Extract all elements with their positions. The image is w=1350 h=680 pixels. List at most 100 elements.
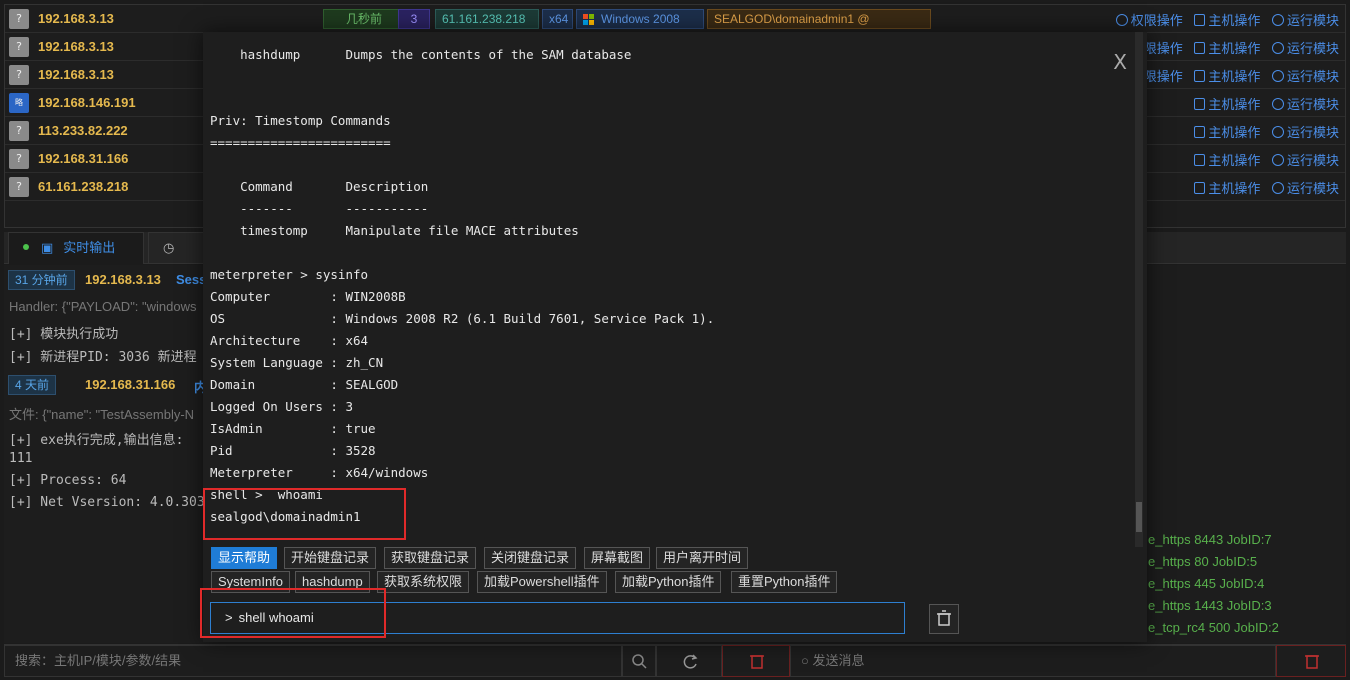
session-ip: 192.168.3.13 <box>38 11 114 26</box>
clear-log-button[interactable] <box>722 645 790 677</box>
run-module-link[interactable]: 运行模块 <box>1271 153 1339 168</box>
session-ip: 61.161.238.218 <box>38 179 129 194</box>
log-file: 文件: {"name": "TestAssembly-N <box>9 407 195 422</box>
status-dot-icon <box>23 244 29 250</box>
bottom-bar: 搜索：主机IP/模块/参数/结果 ○ 发送消息 <box>4 644 1346 677</box>
tab-label: 实时输出 <box>63 241 116 256</box>
document-icon <box>1194 98 1206 110</box>
session-ops: 权限操作 主机操作 运行模块 <box>1108 10 1339 29</box>
os-windows-icon: 略 <box>9 93 29 113</box>
job-item: e_tcp_rc4 500 JobID:2 <box>1148 620 1279 635</box>
reset-python-button[interactable]: 重置Python插件 <box>731 571 838 593</box>
chat-icon: ○ <box>801 653 809 668</box>
tab-tasks[interactable]: ◷任 <box>148 232 208 288</box>
log-line: [+] exe执行完成,输出信息: <box>9 433 184 448</box>
log-line: [+] Process: 64 <box>9 473 127 488</box>
scrollbar-thumb[interactable] <box>1136 502 1142 532</box>
session-remote-ip-badge: 61.161.238.218 <box>435 9 539 29</box>
console-line: ------- ----------- <box>210 201 429 216</box>
host-ops-link[interactable]: 主机操作 <box>1194 41 1260 56</box>
clear-message-button[interactable] <box>1276 645 1346 677</box>
console-scrollbar[interactable] <box>1135 32 1143 547</box>
log-line: [+] Net Vsersion: 4.0.303 <box>9 495 205 510</box>
show-help-button[interactable]: 显示帮助 <box>211 547 278 569</box>
play-circle-icon <box>1271 14 1284 26</box>
session-ops: 权限操作 主机操作 运行模块 <box>1123 38 1339 57</box>
privilege-ops-link[interactable]: 权限操作 <box>1115 13 1183 28</box>
document-icon <box>1194 42 1206 54</box>
run-module-link[interactable]: 运行模块 <box>1271 97 1339 112</box>
os-unknown-icon: ? <box>9 9 29 29</box>
run-module-link[interactable]: 运行模块 <box>1271 69 1339 84</box>
windows-logo-icon <box>583 14 595 26</box>
clear-console-button[interactable] <box>929 604 959 634</box>
log-ip: 192.168.3.13 <box>85 272 161 287</box>
console-line: hashdump Dumps the contents of the SAM d… <box>210 47 632 62</box>
job-item: e_https 80 JobID:5 <box>1148 554 1258 569</box>
host-ops-link[interactable]: 主机操作 <box>1194 125 1260 140</box>
stop-keylog-button[interactable]: 关闭键盘记录 <box>484 547 577 569</box>
log-session-label: Sess <box>176 272 207 287</box>
session-ip: 192.168.3.13 <box>38 67 114 82</box>
os-unknown-icon: ? <box>9 177 29 197</box>
load-powershell-button[interactable]: 加载Powershell插件 <box>477 571 607 593</box>
message-input[interactable]: ○ 发送消息 <box>790 645 1276 677</box>
console-line: OS : Windows 2008 R2 (6.1 Build 7601, Se… <box>210 311 715 326</box>
run-module-link[interactable]: 运行模块 <box>1271 41 1339 56</box>
log-line: [+] 模块执行成功 <box>9 327 119 342</box>
play-circle-icon <box>1271 182 1284 194</box>
session-ops: 主机操作 运行模块 <box>1186 94 1339 113</box>
host-ops-link[interactable]: 主机操作 <box>1194 97 1260 112</box>
search-icon <box>632 654 647 669</box>
load-python-button[interactable]: 加载Python插件 <box>615 571 722 593</box>
host-ops-link[interactable]: 主机操作 <box>1194 153 1260 168</box>
trash-icon <box>1305 655 1319 669</box>
session-row[interactable]: ? 192.168.3.13 几秒前 3 61.161.238.218 x64 … <box>5 5 1345 44</box>
run-module-link[interactable]: 运行模块 <box>1271 125 1339 140</box>
session-ip: 192.168.31.166 <box>38 151 129 166</box>
search-input[interactable]: 搜索：主机IP/模块/参数/结果 <box>4 645 622 677</box>
console-line: Architecture : x64 <box>210 333 369 348</box>
play-circle-icon <box>1271 42 1284 54</box>
console-line: Command Description <box>210 179 429 194</box>
job-item: e_https 445 JobID:4 <box>1148 576 1265 591</box>
screenshot-button[interactable]: 屏幕截图 <box>584 547 651 569</box>
app-root: ? 192.168.3.13 几秒前 3 61.161.238.218 x64 … <box>0 0 1350 680</box>
console-line: Logged On Users : 3 <box>210 399 353 414</box>
console-line: Priv: Timestomp Commands <box>210 113 391 128</box>
get-keylog-button[interactable]: 获取键盘记录 <box>384 547 477 569</box>
document-icon <box>1194 126 1206 138</box>
job-item: e_https 1443 JobID:3 <box>1148 598 1272 613</box>
getsystem-button[interactable]: 获取系统权限 <box>377 571 470 593</box>
os-unknown-icon: ? <box>9 65 29 85</box>
document-icon <box>1194 70 1206 82</box>
run-module-link[interactable]: 运行模块 <box>1271 181 1339 196</box>
log-handler: Handler: {"PAYLOAD": "windows <box>9 299 197 314</box>
session-ops: 主机操作 运行模块 <box>1186 150 1339 169</box>
host-ops-link[interactable]: 主机操作 <box>1194 69 1260 84</box>
run-module-link[interactable]: 运行模块 <box>1271 13 1339 28</box>
os-unknown-icon: ? <box>9 37 29 57</box>
console-line: IsAdmin : true <box>210 421 376 436</box>
console-line: Domain : SEALGOD <box>210 377 399 392</box>
document-icon <box>1194 14 1206 26</box>
session-ops: 主机操作 运行模块 <box>1186 178 1339 197</box>
idle-time-button[interactable]: 用户离开时间 <box>656 547 749 569</box>
console-line: Meterpreter : x64/windows <box>210 465 429 480</box>
play-circle-icon <box>1271 126 1284 138</box>
console-line: ======================== <box>210 135 391 150</box>
document-icon <box>1194 182 1206 194</box>
session-arch-badge: x64 <box>542 9 573 29</box>
tab-realtime-output[interactable]: ▣ 实时输出 <box>8 232 144 264</box>
host-ops-link[interactable]: 主机操作 <box>1194 181 1260 196</box>
search-button[interactable] <box>622 645 656 677</box>
console-line: meterpreter > sysinfo <box>210 267 369 282</box>
session-ip: 192.168.146.191 <box>38 95 136 110</box>
play-circle-icon <box>1271 154 1284 166</box>
trash-icon <box>937 610 951 626</box>
session-pid-badge: 3 <box>398 9 430 29</box>
refresh-button[interactable] <box>656 645 722 677</box>
start-keylog-button[interactable]: 开始键盘记录 <box>284 547 377 569</box>
host-ops-link[interactable]: 主机操作 <box>1194 13 1260 28</box>
chart-icon: ▣ <box>41 241 54 256</box>
